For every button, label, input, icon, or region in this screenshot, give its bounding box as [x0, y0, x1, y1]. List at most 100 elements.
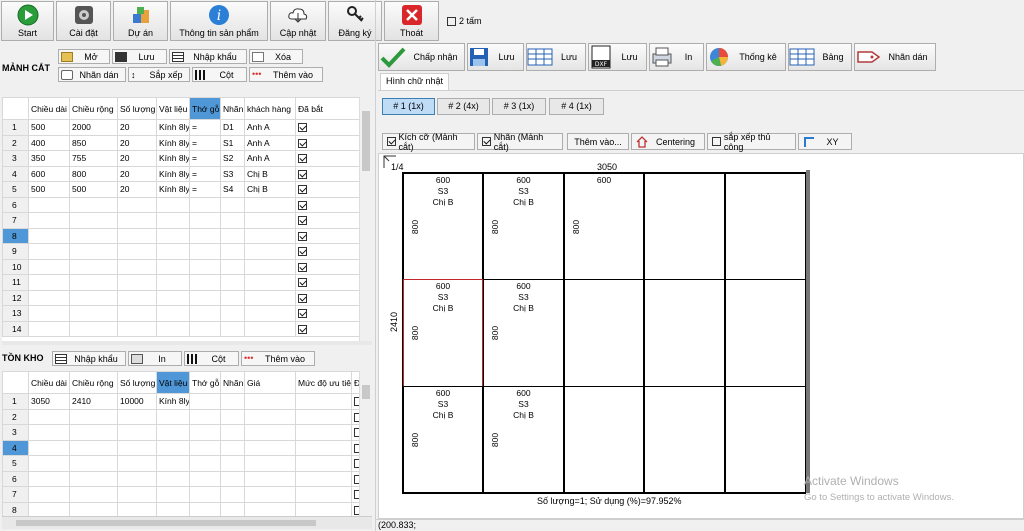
settings-button[interactable]: Cài đặt	[56, 1, 111, 41]
label-checkbox[interactable]	[482, 137, 491, 146]
table-row[interactable]: 1 3050 2410 10000 Kính 8ly	[2, 393, 359, 410]
col-priority[interactable]: Mức độ ưu tiên	[295, 371, 352, 394]
stock-grid[interactable]: Chiều dài Chiều rộng Số lượng Vật liệu T…	[2, 371, 359, 516]
enabled-checkbox[interactable]	[298, 278, 307, 288]
col-material[interactable]: Vật liệu	[156, 97, 190, 120]
stock-hscrollbar[interactable]	[2, 516, 372, 529]
table-row[interactable]: 3 350 755 20 Kính 8ly = S2 Anh A	[2, 150, 359, 167]
table-row[interactable]: 14	[2, 320, 359, 337]
save-dxf-button[interactable]: DXF Lưu	[588, 43, 647, 71]
col-qty[interactable]: Số lượng	[117, 97, 157, 120]
col-grain[interactable]: Thớ gỗ	[189, 371, 221, 394]
manual-sort-checkbox[interactable]	[712, 137, 721, 146]
two-sheets-option[interactable]: 2 tấm	[447, 16, 482, 26]
piece-r1c1[interactable]: 600 S3 Chị B 800	[403, 173, 483, 280]
piece-r1c5[interactable]	[725, 173, 806, 280]
table-row[interactable]: 8	[2, 501, 359, 516]
table-row[interactable]: 9	[2, 243, 359, 260]
product-info-button[interactable]: i Thông tin sản phẩm	[170, 1, 268, 41]
table-row[interactable]: 4 600 800 20 Kính 8ly = S3 Chị B	[2, 165, 359, 182]
enabled-checkbox[interactable]	[298, 324, 307, 334]
open-button[interactable]: Mở	[58, 49, 110, 64]
add-more-button[interactable]: Thêm vào...	[567, 133, 629, 150]
sort-button[interactable]: ↕ Sắp xếp	[128, 67, 190, 82]
table-row[interactable]: 10	[2, 258, 359, 275]
stock-print-button[interactable]: In	[128, 351, 182, 366]
table-row[interactable]: 5	[2, 455, 359, 472]
col-material[interactable]: Vật liệu	[156, 371, 190, 394]
size-checkbox[interactable]	[387, 137, 396, 146]
table-row[interactable]: 7	[2, 486, 359, 503]
table-row[interactable]: 6	[2, 196, 359, 213]
table-button[interactable]: Bảng	[788, 43, 852, 71]
enabled-checkbox[interactable]	[298, 216, 307, 226]
col-enabled[interactable]: Đ	[351, 371, 359, 394]
piece-r2c3[interactable]	[564, 279, 644, 387]
centering-button[interactable]: Centering	[631, 133, 705, 150]
table-row[interactable]: 8	[2, 227, 359, 244]
col-label[interactable]: Nhãn	[220, 371, 245, 394]
enabled-checkbox[interactable]	[298, 231, 307, 241]
enabled-checkbox[interactable]	[298, 185, 307, 195]
piece-r2c1[interactable]: 600 S3 Chị B 800	[403, 279, 483, 387]
piece-r2c5[interactable]	[725, 279, 806, 387]
table-row[interactable]: 6	[2, 470, 359, 487]
enabled-checkbox[interactable]	[298, 200, 307, 210]
enabled-checkbox[interactable]	[298, 309, 307, 319]
enabled-checkbox[interactable]	[298, 247, 307, 257]
project-button[interactable]: Dự án	[113, 1, 168, 41]
col-width[interactable]: Chiều rộng	[69, 371, 118, 394]
enabled-checkbox[interactable]	[298, 293, 307, 303]
accept-button[interactable]: Chấp nhận	[378, 43, 465, 71]
col-grain[interactable]: Thớ gỗ	[189, 97, 221, 120]
table-row[interactable]: 4	[2, 439, 359, 456]
table-row[interactable]: 5 500 500 20 Kính 8ly = S4 Chị B	[2, 181, 359, 198]
piece-r3c3[interactable]	[564, 386, 644, 493]
size-option[interactable]: Kích cỡ (Mảnh cắt)	[382, 132, 475, 152]
stock-add-button[interactable]: ••• Thêm vào	[241, 351, 315, 366]
enabled-checkbox[interactable]	[298, 138, 307, 148]
manual-sort-option[interactable]: sắp xếp thủ công	[707, 132, 796, 152]
delete-button[interactable]: Xóa	[249, 49, 303, 64]
table-row[interactable]: 7	[2, 212, 359, 229]
add-button[interactable]: ••• Thêm vào	[249, 67, 323, 82]
piece-r2c4[interactable]	[644, 279, 725, 387]
pattern-tab-4[interactable]: # 4 (1x)	[549, 98, 604, 115]
col-customer[interactable]: khách hàng	[244, 97, 296, 120]
piece-r1c3[interactable]: 600 800	[564, 173, 644, 280]
pattern-tab-1[interactable]: # 1 (1x)	[382, 98, 435, 115]
piece-r3c5[interactable]	[725, 386, 806, 493]
col-price[interactable]: Giá	[244, 371, 296, 394]
stock-import-button[interactable]: Nhập khẩu	[52, 351, 126, 366]
stock-grid-scrollbar[interactable]	[359, 371, 372, 516]
label-option[interactable]: Nhãn (Mảnh cắt)	[477, 132, 563, 152]
table-row[interactable]: 1 500 2000 20 Kính 8ly = D1 Anh A	[2, 119, 359, 136]
start-button[interactable]: Start	[1, 1, 54, 41]
two-sheets-checkbox[interactable]	[447, 16, 456, 26]
save-button-2[interactable]: Lưu	[526, 43, 586, 71]
piece-r3c4[interactable]	[644, 386, 725, 493]
table-row[interactable]: 2 400 850 20 Kính 8ly = S1 Anh A	[2, 134, 359, 151]
tab-rectangle[interactable]: Hình chữ nhật	[380, 73, 450, 90]
table-row[interactable]: 2	[2, 408, 359, 425]
table-row[interactable]: 12	[2, 289, 359, 306]
col-qty[interactable]: Số lượng	[117, 371, 157, 394]
table-row[interactable]: 3	[2, 424, 359, 441]
col-length[interactable]: Chiều dài	[28, 97, 70, 120]
table-row[interactable]: 11	[2, 274, 359, 291]
enabled-checkbox[interactable]	[298, 169, 307, 179]
save-button-1[interactable]: Lưu	[467, 43, 524, 71]
xy-button[interactable]: XY	[798, 133, 852, 150]
pattern-tab-2[interactable]: # 2 (4x)	[437, 98, 490, 115]
piece-r2c2[interactable]: 600 S3 Chị B 800	[483, 279, 564, 387]
col-label[interactable]: Nhãn	[220, 97, 245, 120]
layout-canvas[interactable]: 1/4 3050 2410 600 S3 Chị B 800 600 S3 Chị B 80…	[378, 153, 1024, 519]
stock-column-button[interactable]: Cột	[184, 351, 239, 366]
col-enabled[interactable]: Đã bắt	[295, 97, 359, 120]
save-button[interactable]: Lưu	[112, 49, 167, 64]
exit-button[interactable]: Thoát	[384, 1, 439, 41]
hscrollbar[interactable]	[2, 341, 372, 345]
piece-r1c2[interactable]: 600 S3 Chị B 800	[483, 173, 564, 280]
label-button[interactable]: Nhãn dán	[58, 67, 126, 82]
splitter[interactable]	[375, 0, 376, 531]
